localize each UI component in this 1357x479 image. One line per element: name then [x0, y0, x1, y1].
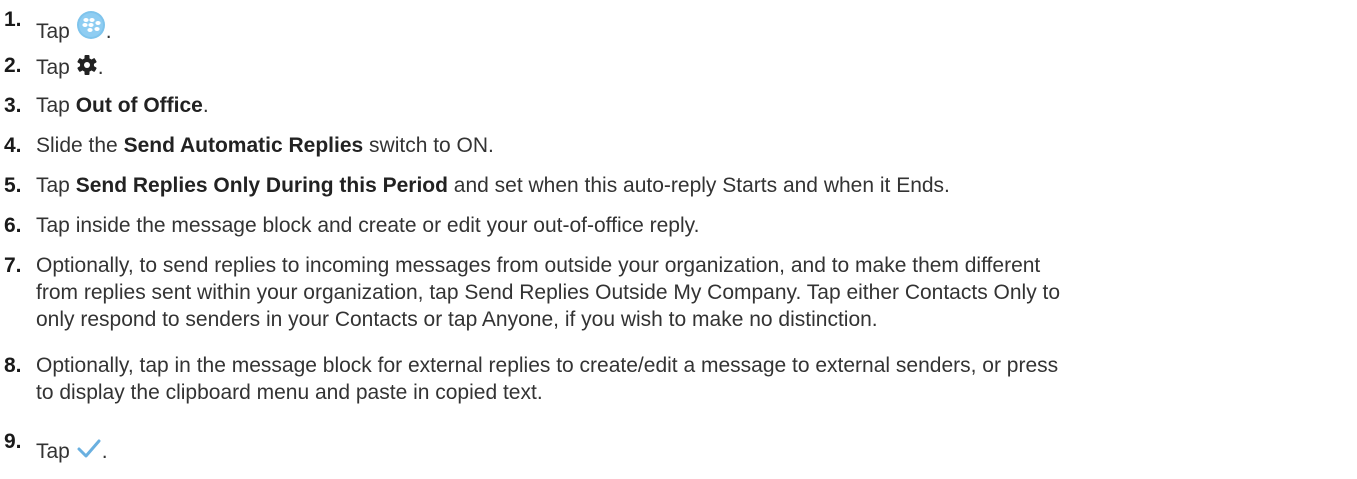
gear-icon	[76, 54, 98, 76]
step-text: Tap .	[36, 54, 104, 79]
text-line: only respond to senders in your Contacts…	[36, 308, 878, 331]
step-9: 9. Tap .	[0, 424, 1357, 474]
text-line: from replies sent within your organizati…	[36, 281, 1061, 304]
text-line: to display the clipboard menu and paste …	[36, 381, 543, 404]
checkmark-icon	[76, 437, 102, 459]
blackberry-hub-icon	[76, 10, 106, 40]
step-6: 6. Tap inside the message block and crea…	[0, 210, 1357, 244]
step-5: 5. Tap Send Replies Only During this Per…	[0, 170, 1357, 204]
step-number: 3.	[4, 94, 22, 117]
step-text: Tap Send Replies Only During this Period…	[36, 174, 950, 197]
step-number: 6.	[4, 214, 22, 237]
step-text: Tap .	[36, 11, 1326, 45]
step-3: 3. Tap Out of Office.	[0, 90, 1357, 124]
text-line: Optionally, to send replies to incoming …	[36, 254, 1041, 277]
step-number: 9.	[4, 430, 22, 453]
step-text: Tap .	[36, 438, 1326, 465]
step-number: 4.	[4, 134, 22, 157]
steps-list: 1. Tap . 2. Tap . 3. Tap Out of Office. …	[0, 0, 1357, 479]
text-line: Optionally, tap in the message block for…	[36, 354, 1059, 377]
step-text: Optionally, to send replies to incoming …	[36, 252, 1326, 333]
step-1: 1. Tap .	[0, 0, 1357, 43]
step-4: 4. Slide the Send Automatic Replies swit…	[0, 130, 1357, 164]
step-number: 5.	[4, 174, 22, 197]
step-number: 8.	[4, 354, 22, 377]
step-8: 8. Optionally, tap in the message block …	[0, 350, 1357, 414]
step-text: Tap Out of Office.	[36, 94, 209, 117]
step-2: 2. Tap .	[0, 50, 1357, 84]
step-text: Slide the Send Automatic Replies switch …	[36, 134, 494, 157]
step-text: Tap inside the message block and create …	[36, 214, 700, 237]
step-number: 7.	[4, 254, 22, 277]
step-number: 2.	[4, 54, 22, 77]
step-text: Optionally, tap in the message block for…	[36, 352, 1326, 406]
step-7: 7. Optionally, to send replies to incomi…	[0, 250, 1357, 342]
step-number: 1.	[4, 8, 22, 31]
